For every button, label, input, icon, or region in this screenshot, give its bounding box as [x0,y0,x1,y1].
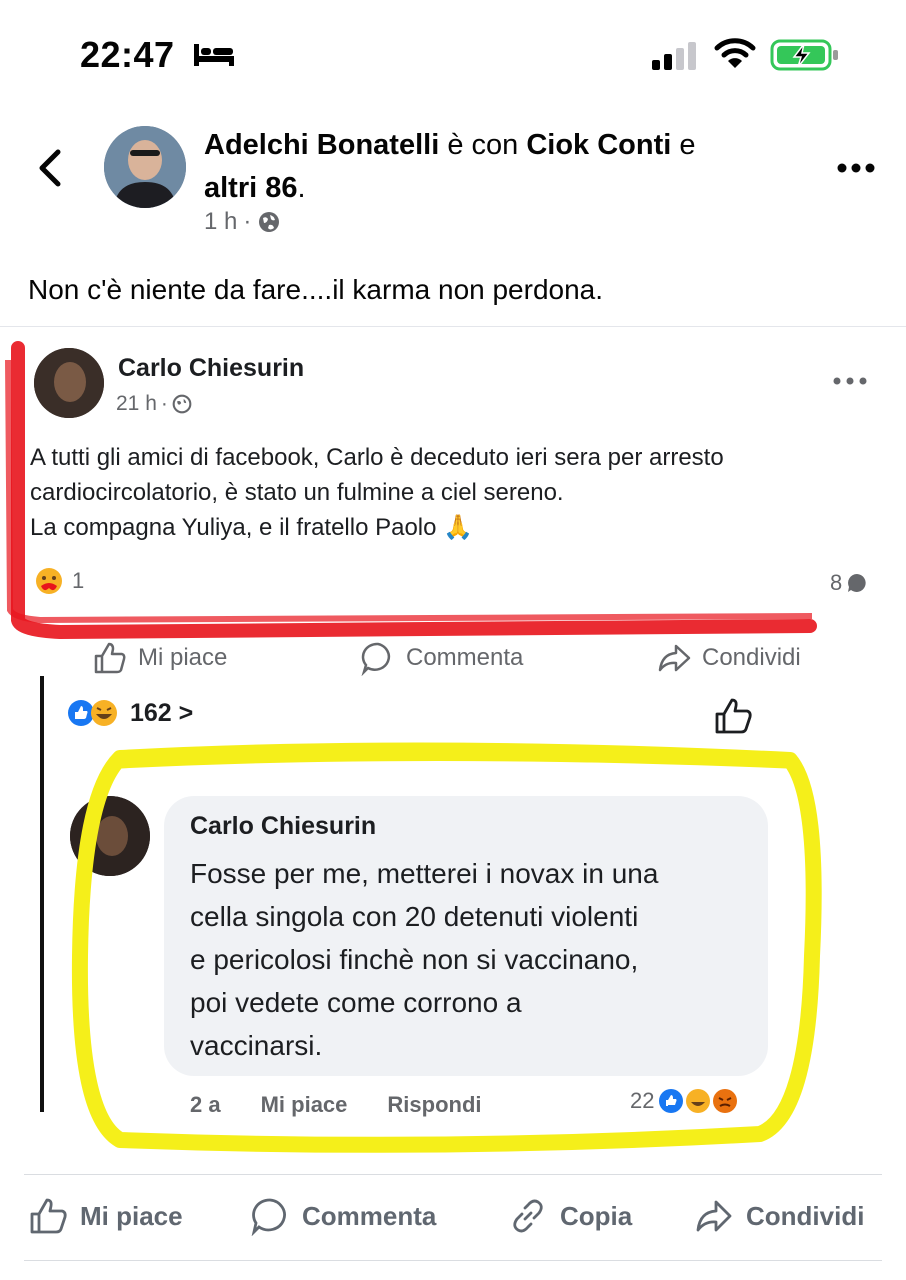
copy-link-button[interactable]: Copia [508,1196,632,1236]
post-time[interactable]: 1 h [204,208,237,236]
shared-more-icon [833,377,867,385]
care-reaction-icon [36,568,62,594]
back-button[interactable] [30,140,70,196]
globe-icon [259,212,280,232]
post-caption: Non c'è niente da fare....il karma non p… [28,274,604,305]
shared-comment-action: Commenta [360,640,523,676]
status-time: 22:47 [80,34,175,75]
comment-label: Commenta [302,1200,437,1231]
shared-likes-count: 162 > [130,698,194,727]
shared-comment-count-value: 8 [830,570,843,595]
thread-line [40,676,44,1112]
tagged-name[interactable]: Ciok Conti [526,129,671,161]
bottom-divider [24,1260,882,1261]
link-icon [513,1199,543,1233]
like-button[interactable]: Mi piace [28,1196,183,1236]
like-label: Mi piace [80,1200,183,1231]
like-haha-reactions-icon [68,700,117,726]
shared-reaction-count: 1 [72,568,85,593]
with-text: è con [439,129,527,161]
share-label: Condividi [746,1200,865,1231]
cellular-signal-icon [652,42,696,70]
comment-outline-icon [251,1198,286,1236]
shared-body-line: La compagna Yuliya, e il fratello Paolo … [30,514,474,541]
battery-charging-icon [770,39,838,71]
author-avatar[interactable] [104,126,186,208]
post-meta: 1 h · [204,208,281,236]
yellow-highlight-mark [71,742,822,1153]
shared-share-action: Condividi [656,640,801,676]
shared-actions: Mi piace Commenta Condividi [0,640,906,680]
shared-body-line: cardiocircolatorio, è stato un fulmine a… [30,479,564,506]
shared-share-label: Condividi [702,644,801,671]
thumbs-up-outline-icon [715,698,752,734]
wifi-icon [714,38,756,68]
post-header: Adelchi Bonatelli è con Ciok Conti e alt… [204,124,804,210]
shared-separator: · [160,392,168,415]
meta-separator: · [243,208,252,235]
shared-time: 21 h [116,392,157,415]
like-thumb-icon [30,1198,67,1234]
sleep-bed-icon [194,44,234,66]
shared-meta: 21 h · [116,392,192,416]
shared-like-action: Mi piace [92,640,227,676]
status-bar: 22:47 [0,0,906,110]
shared-like-label: Mi piace [138,644,228,671]
share-icon [696,1200,732,1232]
share-arrow-icon [658,644,691,672]
shared-body-line: A tutti gli amici di facebook, Carlo è d… [30,444,724,471]
period-text: . [297,172,306,204]
shared-comments-count: 8 [830,570,868,596]
shared-reactions: 1 [34,566,84,596]
tagged-others[interactable]: altri 86 [204,172,298,204]
top-divider [24,1174,882,1175]
thumbs-up-icon [94,642,126,674]
shared-body: A tutti gli amici di facebook, Carlo è d… [30,440,850,545]
shared-author-avatar [34,348,104,418]
shared-likes-summary: 162 > [66,698,193,728]
shared-author-name: Carlo Chiesurin [118,354,305,382]
and-text: e [671,129,696,161]
share-button[interactable]: Condividi [694,1196,864,1236]
comment-button[interactable]: Commenta [250,1196,436,1236]
comment-bubble-icon [848,574,866,592]
shared-comment-label: Commenta [406,644,524,671]
more-options-button[interactable] [836,158,876,178]
copy-label: Copia [560,1200,633,1231]
shared-globe-icon [172,394,192,414]
comment-icon [361,642,391,676]
author-name[interactable]: Adelchi Bonatelli [204,129,439,161]
